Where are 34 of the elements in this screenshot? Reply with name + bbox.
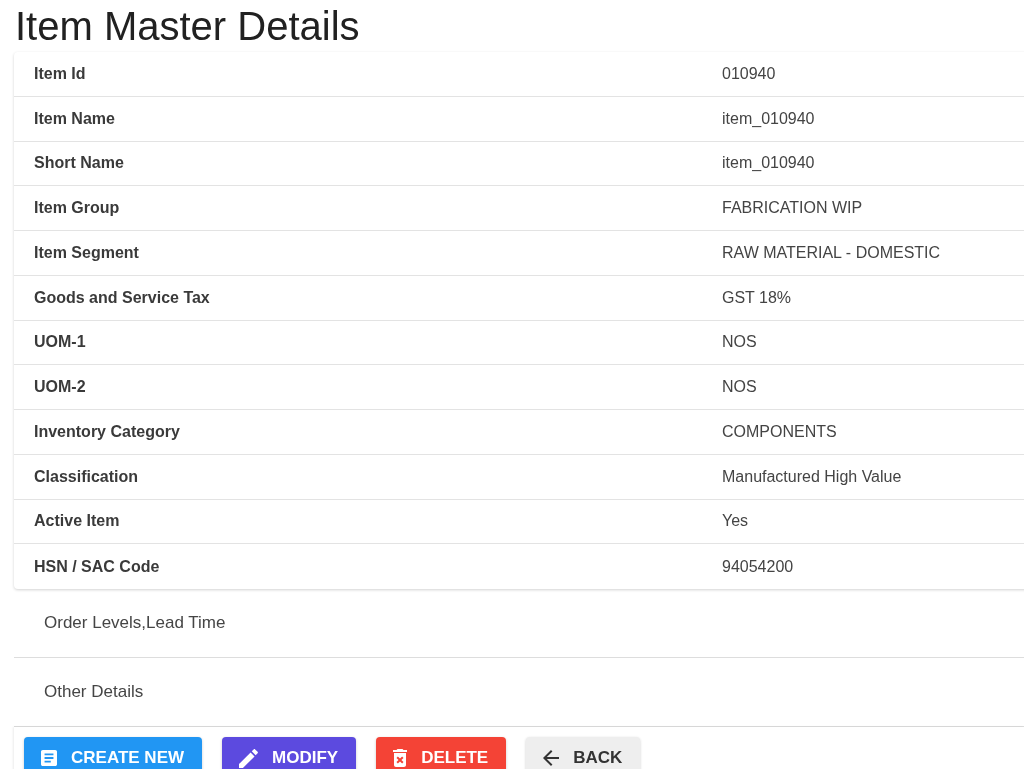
modify-button[interactable]: MODIFY (222, 737, 357, 769)
field-value: COMPONENTS (722, 422, 837, 441)
field-label: Goods and Service Tax (34, 288, 210, 307)
back-button[interactable]: BACK (526, 737, 641, 769)
field-label: UOM-1 (34, 333, 86, 352)
accordion-header[interactable]: Order Levels,Lead Time (44, 613, 226, 633)
field-value: FABRICATION WIP (722, 199, 863, 218)
field-label: Item Segment (34, 243, 139, 262)
field-label: Classification (34, 467, 139, 486)
field-label: Item Group (34, 199, 120, 218)
field-value: item_010940 (722, 109, 815, 128)
delete-button[interactable]: DELETE (376, 737, 507, 769)
field-value: RAW MATERIAL - DOMESTIC (722, 243, 941, 262)
arrow-left-icon (543, 750, 560, 766)
page-title: Item Master Details (14, 3, 361, 50)
field-label: UOM-2 (34, 378, 86, 397)
field-value: item_010940 (722, 154, 815, 173)
field-label: Item Id (34, 64, 86, 83)
field-value: Yes (722, 512, 749, 531)
field-label: Item Name (34, 109, 115, 128)
pencil-icon (239, 748, 258, 768)
field-label: HSN / SAC Code (34, 557, 160, 576)
field-value: 010940 (722, 64, 776, 83)
document-icon (41, 750, 57, 766)
trash-icon (393, 749, 408, 767)
field-label: Short Name (34, 154, 124, 173)
field-value: Manufactured High Value (722, 467, 902, 486)
field-value: NOS (722, 333, 757, 352)
field-value: 94054200 (722, 557, 794, 576)
accordion-header[interactable]: Other Details (44, 682, 144, 702)
field-label: Inventory Category (34, 422, 180, 441)
field-label: Active Item (34, 512, 120, 531)
field-value: NOS (722, 378, 757, 397)
field-value: GST 18% (722, 288, 792, 307)
